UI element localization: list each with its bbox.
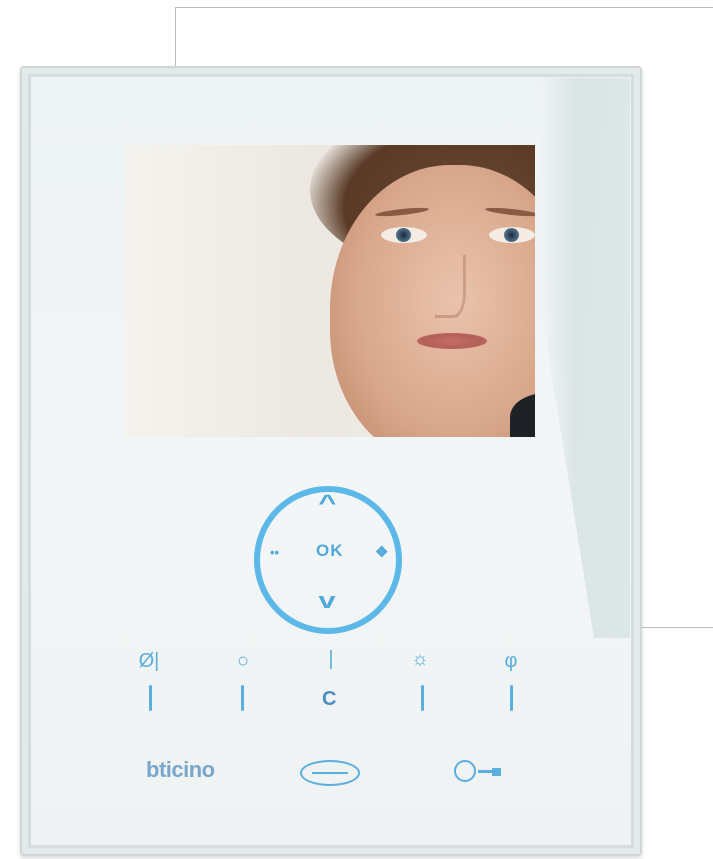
key-1-indicator [149,685,152,711]
brand-logo: bticino [146,757,215,782]
c-key-label[interactable]: C [322,688,336,711]
bar-icon[interactable]: | [316,648,346,671]
visitor-left-eye [381,227,427,243]
background-line-right [636,627,713,628]
video-screen [125,145,535,437]
ok-button[interactable]: OK [316,541,344,561]
nav-left-button[interactable]: •• [270,545,279,560]
tap-icon[interactable]: φ [496,650,526,673]
key-2-indicator [241,685,244,711]
circle-icon[interactable]: ○ [228,650,258,673]
nav-right-button[interactable]: ❖ [375,543,388,561]
nav-up-button[interactable]: ^ [318,490,336,516]
background-line-left [175,7,176,71]
visitor-mouth [417,333,487,349]
key-5-indicator [510,685,513,711]
door-unlock-button[interactable] [454,760,524,784]
background-line-top [175,7,713,8]
key-icon [454,760,476,782]
mute-icon[interactable]: Ø| [134,650,164,673]
talk-button[interactable] [300,760,360,786]
nav-down-button[interactable]: v [319,588,336,614]
key-tooth [492,768,501,776]
visitor-right-eye [489,227,535,243]
light-icon[interactable]: ☼ [405,648,435,671]
key-4-indicator [421,685,424,711]
visitor-nose [435,255,466,318]
